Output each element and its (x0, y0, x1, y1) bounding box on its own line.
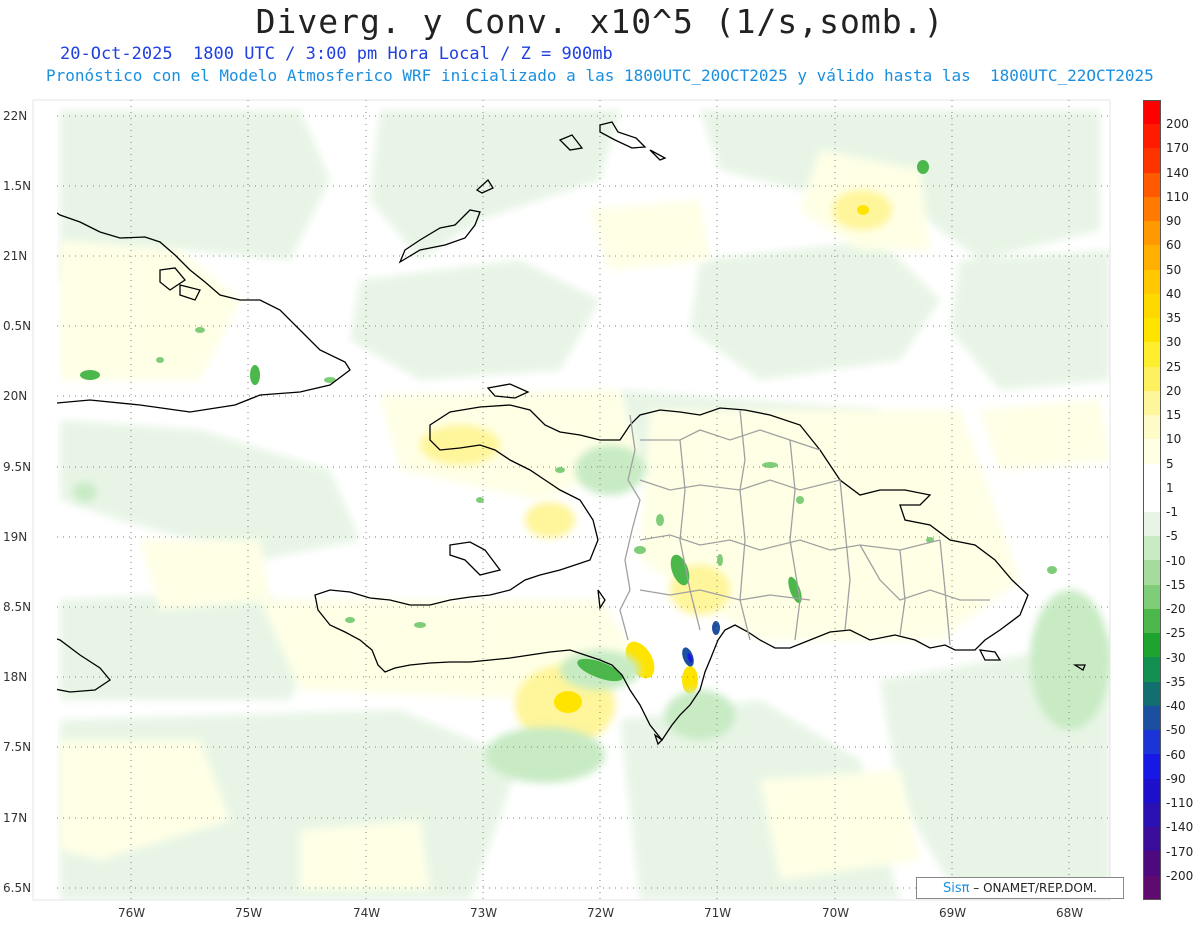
model-info-subtitle: Pronóstico con el Modelo Atmosferico WRF… (46, 66, 1154, 85)
lat-label: 17N (3, 811, 28, 825)
colorbar-tick-label: 30 (1166, 335, 1182, 350)
colorbar-tick-label: -30 (1166, 650, 1186, 665)
colorbar-swatch (1143, 802, 1161, 828)
colorbar-swatch (1143, 342, 1161, 367)
lat-label: 6.5N (3, 881, 32, 895)
lon-label: 74W (353, 906, 381, 920)
lon-label: 70W (822, 906, 850, 920)
lat-label: 1.5N (3, 179, 32, 193)
colorbar-swatch (1143, 730, 1161, 755)
colorbar-tick-label: 15 (1166, 408, 1182, 423)
colorbar-tick-label: 10 (1166, 432, 1182, 447)
colorbar-swatch (1143, 511, 1161, 537)
lat-label: 0.5N (3, 319, 32, 333)
colorbar-swatch (1143, 221, 1161, 246)
credit-text: – ONAMET/REP.DOM. (969, 881, 1097, 895)
colorbar-tick-label: -90 (1166, 771, 1186, 786)
divergence-map (0, 95, 1200, 927)
colorbar-swatch (1143, 293, 1161, 319)
colorbar-swatch (1143, 754, 1161, 779)
lat-label: 22N (3, 109, 28, 123)
colorbar-swatch (1143, 608, 1161, 634)
colorbar-tick-label: -5 (1166, 529, 1178, 544)
colorbar-swatch (1143, 875, 1161, 900)
colorbar-swatch (1143, 463, 1161, 488)
colorbar-swatch (1143, 124, 1161, 149)
colorbar-tick-label: 170 (1166, 141, 1189, 156)
colorbar-swatch (1143, 318, 1161, 343)
colorbar-swatch (1143, 681, 1161, 706)
colorbar-swatch (1143, 778, 1161, 803)
colorbar-tick-label: -15 (1166, 577, 1186, 592)
colorbar-tick-label: -1 (1166, 505, 1178, 520)
lat-label: 7.5N (3, 740, 32, 754)
lat-label: 20N (3, 389, 28, 403)
colorbar-tick-label: 35 (1166, 311, 1182, 326)
colorbar-tick-label: -140 (1166, 820, 1194, 835)
colorbar-swatch (1143, 487, 1161, 512)
colorbar-swatch (1143, 390, 1161, 416)
colorbar-tick-label: -50 (1166, 723, 1186, 738)
sispi-logo: Sisπ (943, 881, 970, 896)
colorbar-tick-label: -170 (1166, 844, 1194, 859)
colorbar-tick-label: -20 (1166, 602, 1186, 617)
colorbar-swatch (1143, 172, 1161, 197)
colorbar-tick-label: -200 (1166, 868, 1194, 883)
colorbar-swatch (1143, 705, 1161, 731)
colorbar-tick-label: -35 (1166, 674, 1186, 689)
colorbar-swatch (1143, 148, 1161, 173)
colorbar-tick-label: -60 (1166, 747, 1186, 762)
colorbar-tick-label: 200 (1166, 117, 1189, 132)
colorbar-tick-label: -110 (1166, 796, 1194, 811)
colorbar-swatch (1143, 536, 1161, 561)
colorbar-swatch (1143, 245, 1161, 270)
colorbar-swatch (1143, 196, 1161, 222)
lat-label: 21N (3, 249, 28, 263)
colorbar-tick-label: -40 (1166, 699, 1186, 714)
lon-label: 76W (118, 906, 146, 920)
colorbar-swatch (1143, 633, 1161, 658)
lat-label: 18N (3, 670, 28, 684)
colorbar-swatch (1143, 366, 1161, 391)
colorbar-swatch (1143, 657, 1161, 682)
colorbar-tick-label: 40 (1166, 286, 1182, 301)
lat-label: 8.5N (3, 600, 32, 614)
colorbar-swatch (1143, 584, 1161, 609)
colorbar-swatch (1143, 851, 1161, 876)
colorbar-tick-label: 50 (1166, 262, 1182, 277)
colorbar-swatch (1143, 100, 1161, 125)
colorbar-tick-label: 20 (1166, 383, 1182, 398)
colorbar-swatch (1143, 439, 1161, 464)
colorbar (1143, 100, 1161, 900)
colorbar-tick-label: 1 (1166, 480, 1174, 495)
lon-label: 75W (235, 906, 263, 920)
lon-label: 69W (939, 906, 967, 920)
colorbar-swatch (1143, 827, 1161, 852)
colorbar-tick-label: 25 (1166, 359, 1182, 374)
colorbar-tick-label: 5 (1166, 456, 1174, 471)
colorbar-swatch (1143, 415, 1161, 440)
lon-label: 68W (1056, 906, 1084, 920)
forecast-time-subtitle: 20-Oct-2025 1800 UTC / 3:00 pm Hora Loca… (60, 44, 613, 64)
lat-label: 9.5N (3, 460, 32, 474)
colorbar-tick-label: 60 (1166, 238, 1182, 253)
colorbar-swatch (1143, 560, 1161, 585)
colorbar-swatch (1143, 269, 1161, 294)
colorbar-tick-label: -25 (1166, 626, 1186, 641)
credit-box: Sisπ – ONAMET/REP.DOM. (916, 877, 1124, 899)
colorbar-tick-label: 140 (1166, 165, 1189, 180)
colorbar-tick-label: 110 (1166, 189, 1189, 204)
lon-label: 72W (587, 906, 615, 920)
lon-label: 73W (470, 906, 498, 920)
map-title: Diverg. y Conv. x10^5 (1/s,somb.) (255, 2, 945, 41)
colorbar-tick-label: 90 (1166, 214, 1182, 229)
lat-label: 19N (3, 530, 28, 544)
lon-label: 71W (704, 906, 732, 920)
colorbar-tick-label: -10 (1166, 553, 1186, 568)
